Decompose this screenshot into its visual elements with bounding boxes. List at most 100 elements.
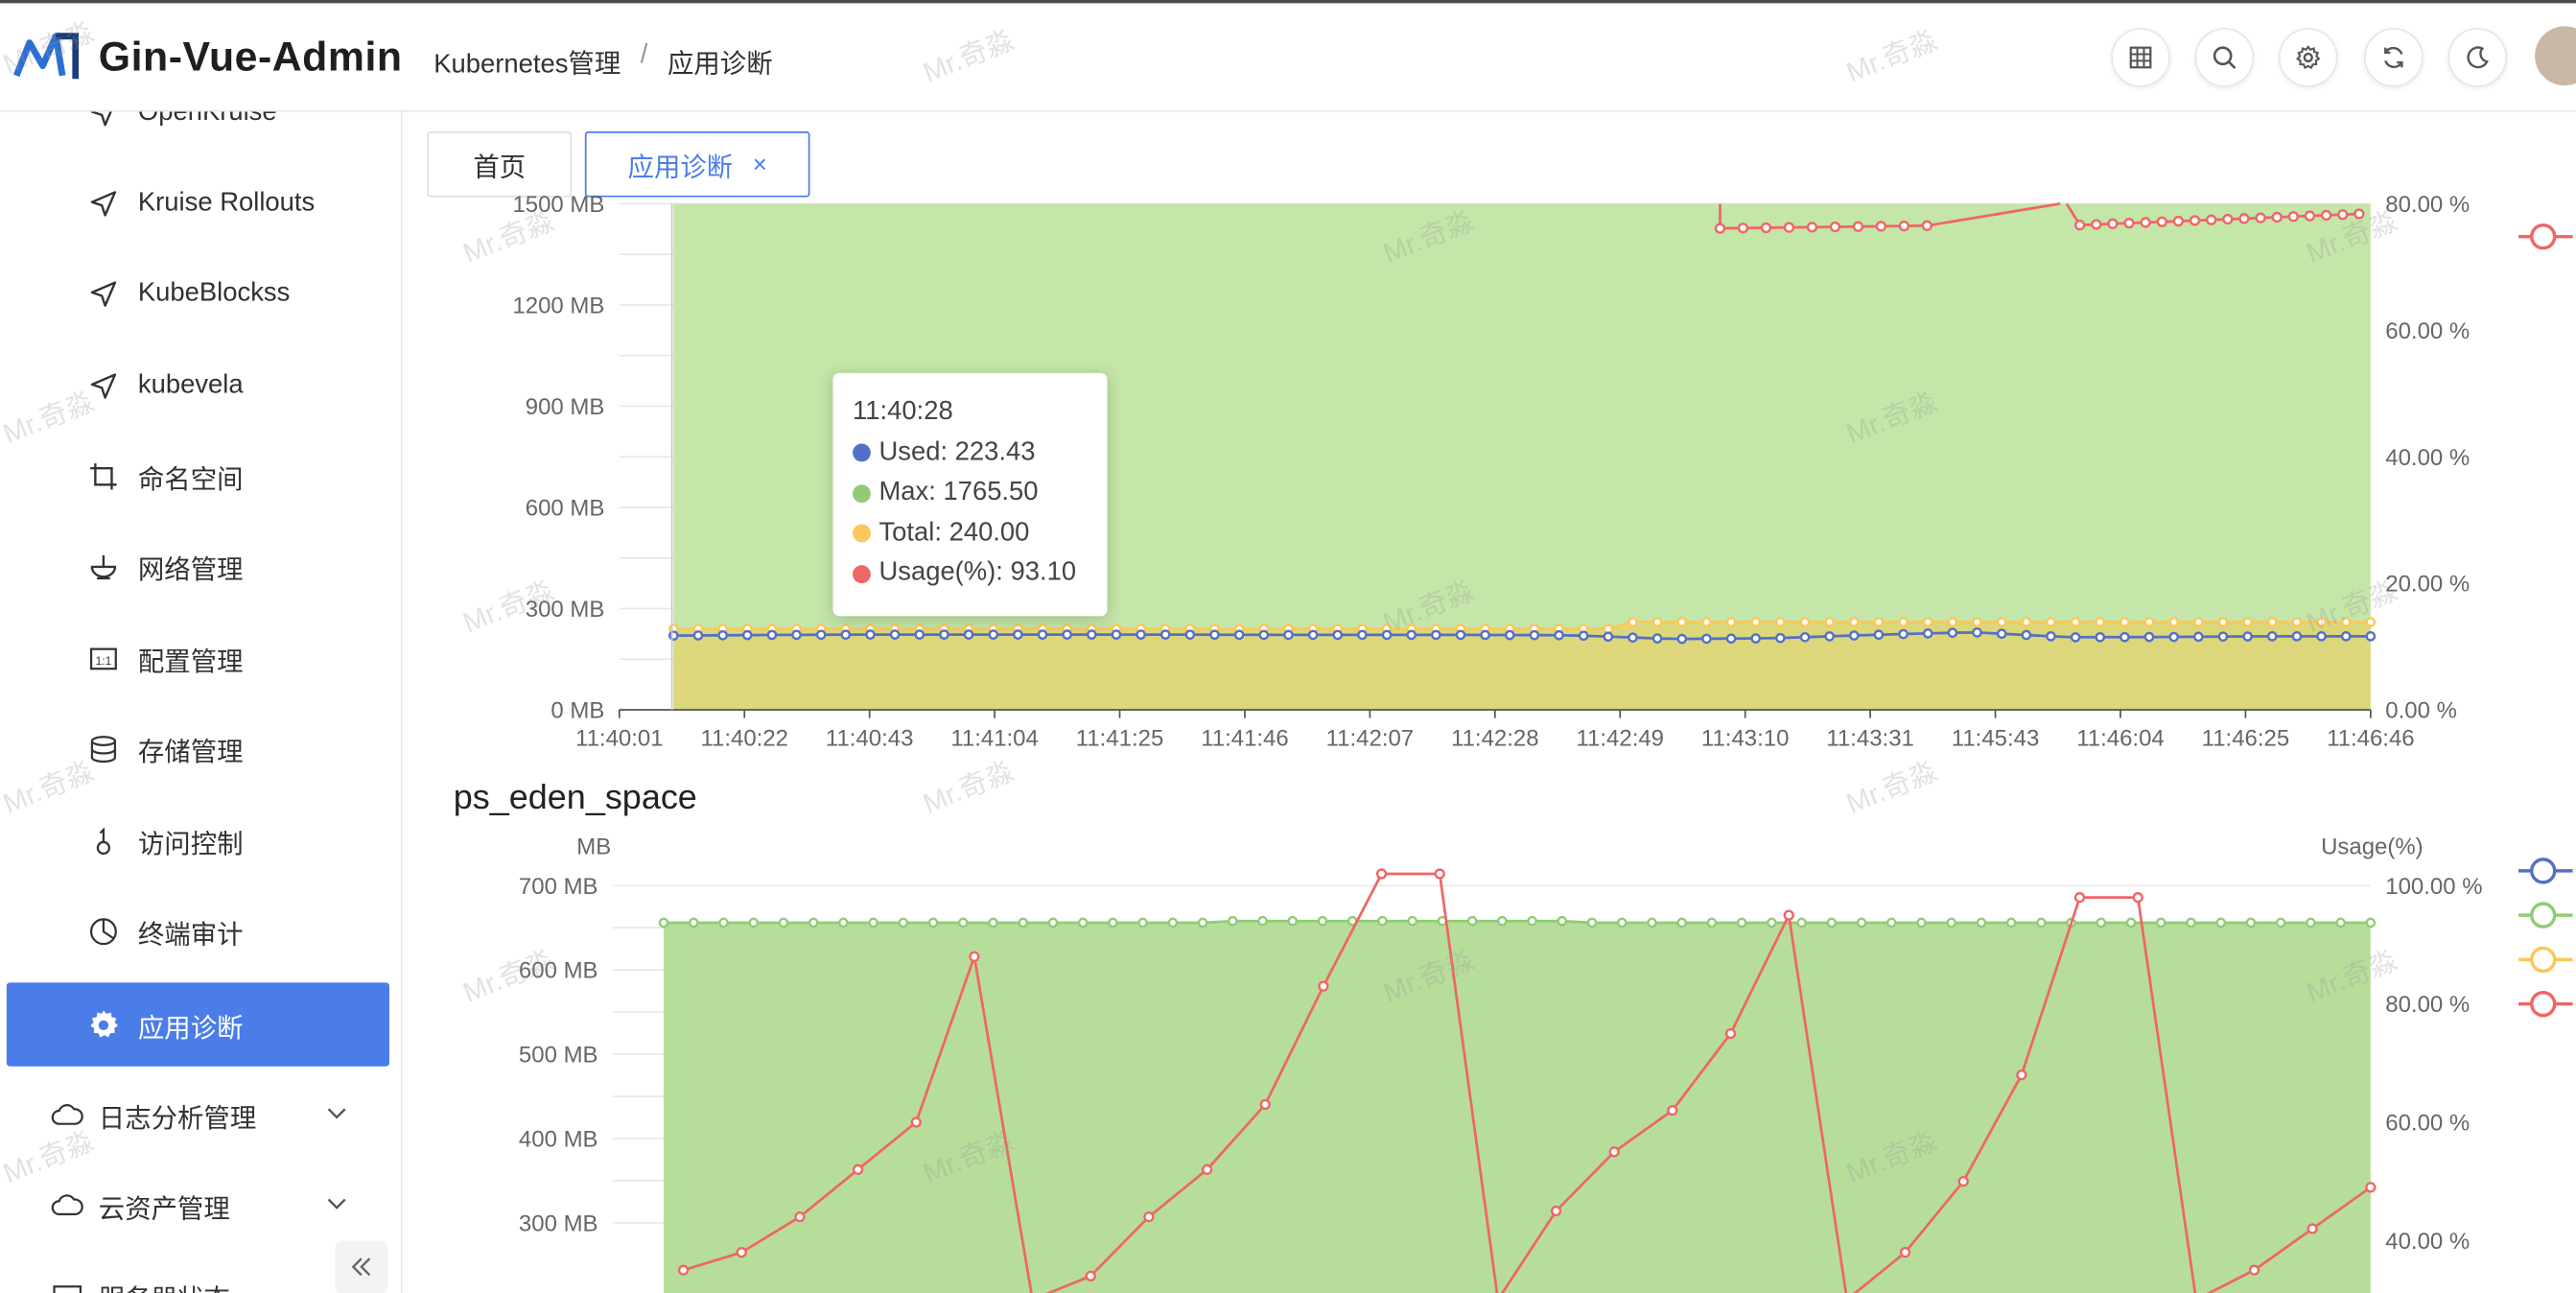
sidebar-item-network[interactable]: 网络管理	[0, 526, 401, 608]
max-point	[2275, 917, 2286, 929]
max-point	[718, 917, 729, 929]
collapse-sidebar-button[interactable]	[335, 1240, 388, 1293]
usage-point	[1852, 221, 1864, 232]
sidebar-item-namespace[interactable]: 命名空间	[0, 435, 401, 518]
y-tick-label: 300 MB	[526, 597, 605, 623]
max-point	[658, 917, 669, 929]
search-button[interactable]	[2194, 28, 2255, 87]
sidebar-item-openkruise[interactable]: OpenKruise	[0, 111, 401, 154]
bowl-icon	[85, 549, 122, 585]
used-point	[2168, 631, 2180, 643]
usage-point	[1714, 223, 1726, 234]
y2-tick-label: 60.00 %	[2385, 1111, 2470, 1137]
table-button[interactable]	[2111, 28, 2170, 87]
sidebar-group-cloud-assets[interactable]: 云资产管理	[0, 1165, 401, 1248]
used-point	[1136, 629, 1146, 640]
x-tick-label: 11:45:43	[1952, 726, 2040, 752]
max-point	[1616, 917, 1628, 929]
total-point	[1824, 617, 1835, 627]
tooltip-row-max: Max: 1765.50	[853, 473, 1088, 513]
total-point	[2193, 617, 2204, 627]
used-point	[1480, 629, 1490, 641]
max-point	[1377, 915, 1388, 927]
sidebar-item-label: 终端审计	[137, 921, 244, 951]
max-point	[2245, 917, 2257, 929]
total-point	[2242, 617, 2253, 627]
max-point	[1796, 917, 1807, 929]
total-point	[2095, 617, 2106, 627]
refresh-button[interactable]	[2364, 28, 2424, 87]
sidebar-item-label: 访问控制	[137, 831, 244, 859]
max-point	[1676, 917, 1688, 929]
total-point	[2168, 617, 2180, 627]
heap-usage-chart: 0 MB 300 MB 600 MB 900 MB 1200 MB 1500 MB 0.00…	[512, 192, 2470, 752]
tooltip-row-label: Total: 240.00	[878, 518, 1030, 548]
usage-point	[1085, 1270, 1096, 1281]
used-point	[1603, 631, 1614, 642]
sidebar-group-log-analysis[interactable]: 日志分析管理	[0, 1074, 401, 1157]
max-point	[1197, 917, 1208, 929]
sidebar-item-terminal-audit[interactable]: 终端审计	[0, 890, 401, 973]
used-point	[840, 629, 852, 640]
tooltip-time: 11:40:28	[853, 397, 953, 427]
ratio-icon: 1:1	[85, 641, 122, 677]
sidebar-item-label: kubevela	[137, 371, 244, 400]
max-area	[664, 921, 2371, 1293]
max-point	[1946, 917, 1957, 929]
max-point	[1916, 917, 1927, 929]
sidebar-item-app-diagnosis[interactable]: 应用诊断	[6, 982, 389, 1067]
usage-point	[2156, 216, 2167, 227]
y2-tick-label: 40.00 %	[2385, 1229, 2470, 1255]
used-point	[766, 629, 778, 641]
total-point	[2340, 617, 2352, 627]
max-point	[1108, 917, 1118, 929]
max-point	[2125, 917, 2137, 929]
used-point	[692, 630, 704, 641]
x-tick-label: 11:46:25	[2202, 726, 2290, 752]
used-point	[1529, 629, 1540, 641]
usage-point	[1724, 1027, 1737, 1040]
max-point	[957, 917, 969, 929]
usage-point	[2132, 891, 2143, 904]
breadcrumb-item-kubernetes[interactable]: Kubernetes管理	[433, 41, 621, 81]
usage-point	[1375, 868, 1388, 880]
dark-mode-button[interactable]	[2447, 28, 2508, 87]
usage-point	[2320, 209, 2332, 222]
sidebar-item-storage[interactable]: 存储管理	[0, 708, 401, 790]
used-point	[1037, 629, 1048, 640]
used-point	[1824, 631, 1835, 642]
sidebar-item-kubeblockss[interactable]: KubeBlockss	[0, 253, 401, 336]
avatar[interactable]	[2531, 22, 2576, 89]
sidebar-item-access-control[interactable]: 访问控制	[0, 800, 401, 882]
sidebar-item-label: OpenKruise	[137, 111, 277, 127]
x-tick-label: 11:41:25	[1076, 726, 1164, 752]
total-point	[1996, 617, 2007, 627]
used-point	[1972, 627, 1982, 638]
usage-point	[2172, 215, 2185, 227]
usage-point	[2091, 219, 2102, 230]
max-point	[748, 917, 760, 929]
y2-tick-label: 0.00 %	[2385, 698, 2457, 724]
usage-point	[2365, 1182, 2377, 1193]
sidebar-item-config[interactable]: 1:1 配置管理	[0, 618, 401, 700]
usage-point	[2206, 214, 2217, 225]
y2-tick-label: 40.00 %	[2385, 445, 2470, 471]
max-point	[2096, 917, 2107, 929]
x-tick-label: 11:40:22	[700, 726, 788, 752]
settings-button[interactable]	[2278, 28, 2338, 87]
x-tick-label: 11:46:04	[2076, 726, 2165, 752]
sidebar-item-kruise-rollouts[interactable]: Kruise Rollouts	[0, 163, 401, 246]
max-point	[1047, 917, 1059, 929]
table-icon	[2129, 46, 2152, 69]
brand[interactable]: Gin-Vue-Admin	[12, 30, 403, 85]
used-point	[1873, 629, 1885, 641]
usage-point	[2016, 1069, 2027, 1081]
usage-point	[1608, 1146, 1620, 1158]
used-point	[1159, 629, 1171, 640]
max-point	[1557, 915, 1568, 927]
used-point	[1258, 629, 1270, 641]
x-tick-label: 11:40:01	[575, 726, 664, 752]
sidebar-item-kubevela[interactable]: kubevela	[0, 345, 401, 428]
total-point	[1750, 617, 1762, 627]
used-point	[1578, 630, 1589, 642]
